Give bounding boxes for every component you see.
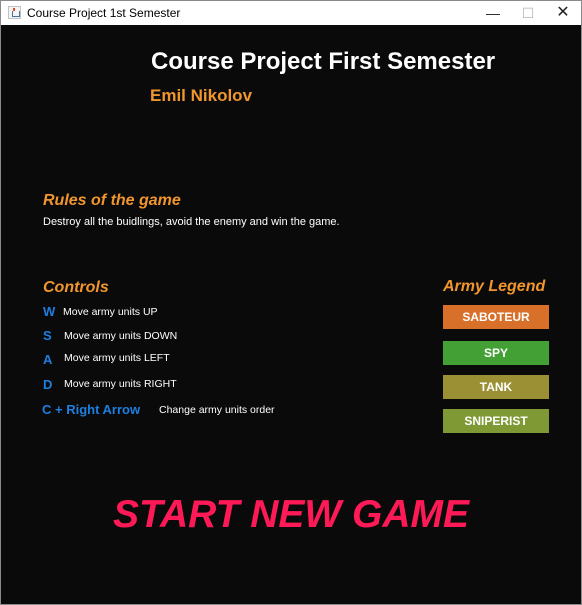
control-key-d: D	[43, 377, 53, 392]
control-desc-down: Move army units DOWN	[64, 330, 178, 342]
maximize-button[interactable]: ☐	[511, 1, 545, 25]
rules-text: Destroy all the buidlings, avoid the ene…	[43, 216, 340, 228]
app-window: Course Project 1st Semester — ☐ ✕ Course…	[0, 0, 582, 605]
rules-heading: Rules of the game	[43, 192, 181, 209]
page-title: Course Project First Semester	[151, 48, 496, 75]
saboteur-button[interactable]: SABOTEUR	[443, 305, 549, 329]
control-desc-left: Move army units LEFT	[64, 352, 170, 364]
java-app-icon	[8, 6, 21, 19]
control-key-w: W	[43, 304, 56, 319]
controls-heading: Controls	[43, 279, 109, 296]
author-name: Emil Nikolov	[150, 86, 253, 105]
control-key-a: A	[43, 352, 53, 367]
window-title: Course Project 1st Semester	[27, 6, 181, 20]
start-new-game-button[interactable]: START NEW GAME	[113, 493, 469, 537]
control-desc-change-order: Change army units order	[159, 404, 275, 416]
game-menu-panel: Course Project First Semester Emil Nikol…	[2, 25, 581, 604]
control-key-s: S	[43, 328, 52, 343]
tank-button[interactable]: TANK	[443, 375, 549, 399]
sniperist-button[interactable]: SNIPERIST	[443, 409, 549, 433]
control-desc-up: Move army units UP	[63, 306, 158, 318]
minimize-button[interactable]: —	[476, 1, 510, 25]
control-desc-right: Move army units RIGHT	[64, 378, 177, 390]
spy-button[interactable]: SPY	[443, 341, 549, 365]
army-legend-heading: Army Legend	[443, 278, 546, 295]
title-bar[interactable]: Course Project 1st Semester — ☐ ✕	[1, 1, 581, 25]
close-button[interactable]: ✕	[546, 1, 580, 25]
control-key-c-right-arrow: C + Right Arrow	[42, 402, 141, 417]
